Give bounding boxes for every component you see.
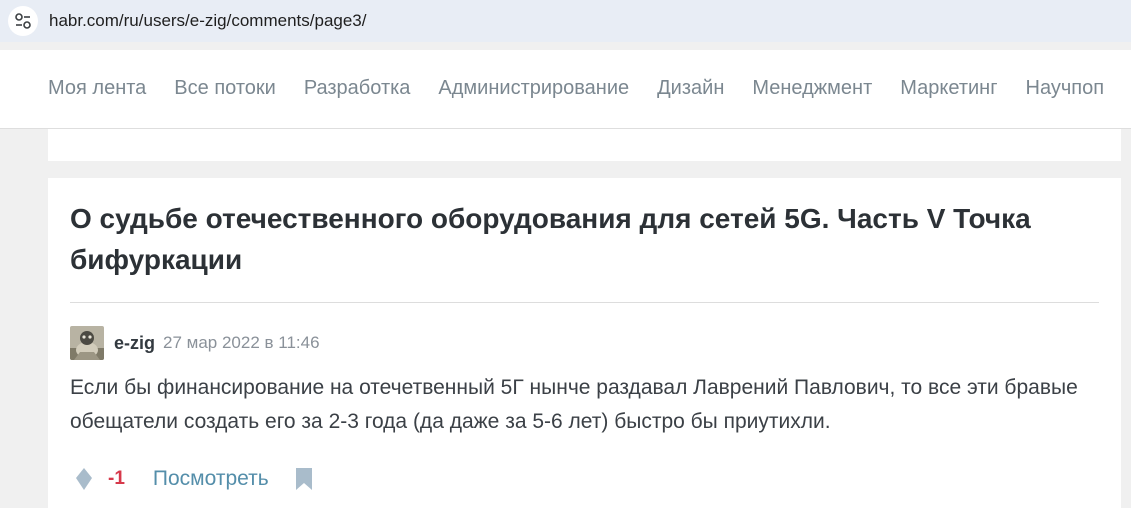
nav-item-my-feed[interactable]: Моя лента: [48, 77, 146, 100]
comment-card: О судьбе отечественного оборудования для…: [48, 178, 1121, 508]
url-text[interactable]: habr.com/ru/users/e-zig/comments/page3/: [49, 11, 366, 31]
vote-icon[interactable]: [76, 468, 92, 490]
nav-item-development[interactable]: Разработка: [304, 77, 411, 100]
comment-score: -1: [108, 468, 125, 489]
comment-actions: -1 Посмотреть: [76, 464, 313, 494]
view-comment-link[interactable]: Посмотреть: [153, 467, 269, 491]
site-info-button[interactable]: [8, 6, 38, 36]
previous-comment-card: [48, 129, 1121, 161]
comment-date[interactable]: 27 мар 2022 в 11:46: [163, 333, 320, 353]
avatar[interactable]: [70, 326, 104, 360]
nav-item-marketing[interactable]: Маркетинг: [900, 77, 997, 100]
nav-item-popsci[interactable]: Научпоп: [1026, 77, 1105, 100]
comment-text: Если бы финансирование на отечетвенный 5…: [70, 376, 1078, 433]
nav-item-management[interactable]: Менеджмент: [752, 77, 872, 100]
author-username[interactable]: e-zig: [114, 333, 155, 354]
tune-icon: [15, 13, 31, 29]
nav-item-all-streams[interactable]: Все потоки: [174, 77, 276, 100]
nav-item-design[interactable]: Дизайн: [657, 77, 724, 100]
comment-meta: e-zig 27 мар 2022 в 11:46: [70, 326, 320, 360]
hub-navigation: Моя лента Все потоки Разработка Админист…: [0, 50, 1131, 129]
browser-address-bar[interactable]: habr.com/ru/users/e-zig/comments/page3/: [0, 0, 1131, 42]
nav-item-administration[interactable]: Администрирование: [438, 77, 629, 100]
article-title-link[interactable]: О судьбе отечественного оборудования для…: [70, 198, 1090, 280]
bookmark-icon[interactable]: [295, 468, 313, 490]
divider: [70, 302, 1099, 303]
